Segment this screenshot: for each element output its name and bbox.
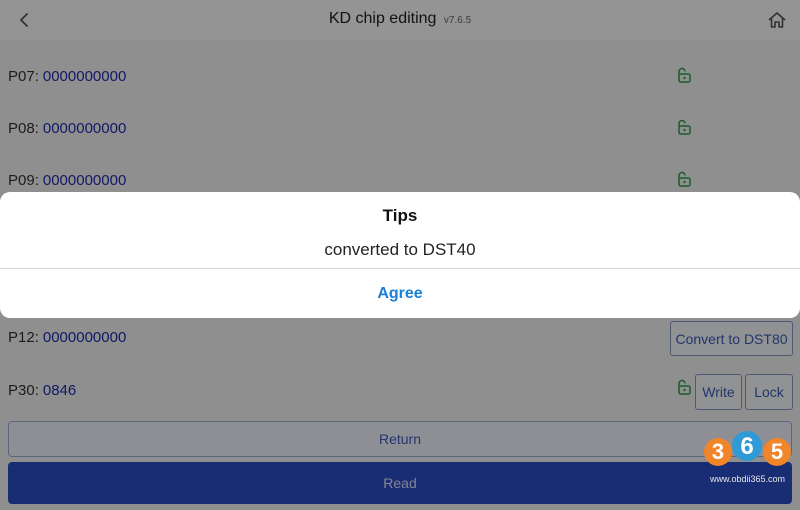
watermark-digit: 6: [740, 433, 753, 460]
dialog-title: Tips: [382, 206, 418, 225]
watermark-url: www.obdii365.com: [709, 474, 786, 484]
agree-button[interactable]: Agree: [0, 269, 800, 318]
tips-dialog: Tips converted to DST40 Agree: [0, 192, 800, 318]
watermark-digit: 5: [771, 439, 783, 464]
obdii365-logo: 3 6 5: [704, 431, 791, 466]
watermark-digit: 3: [712, 439, 724, 464]
dialog-message: converted to DST40: [324, 240, 476, 259]
obdii365-watermark: 3 6 5 www.obdii365.com: [700, 420, 795, 490]
